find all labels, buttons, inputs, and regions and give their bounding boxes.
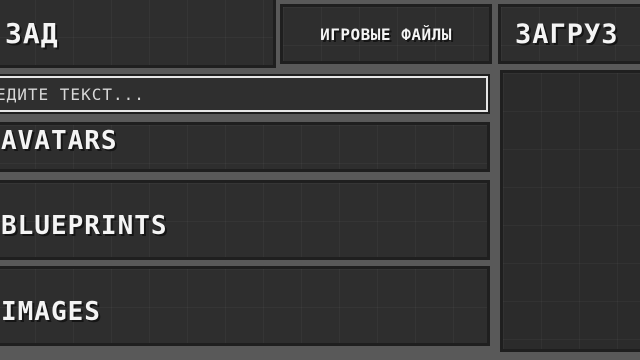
game-files-button-label: ИГРОВЫЕ ФАЙЛЫ — [320, 25, 452, 44]
download-button-label: ЗАГРУЗ — [515, 19, 619, 50]
game-files-button[interactable]: ИГРОВЫЕ ФАЙЛЫ — [280, 4, 492, 64]
list-item-images[interactable]: IMAGES — [0, 266, 490, 346]
list-item-label: IMAGES — [1, 297, 101, 327]
preview-panel — [500, 70, 640, 352]
list-item-label: BLUEPRINTS — [1, 211, 168, 241]
list-item-blueprints[interactable]: BLUEPRINTS — [0, 180, 490, 260]
search-field[interactable] — [0, 76, 488, 112]
list-item-avatars[interactable]: AVATARS — [0, 122, 490, 172]
list-item-label: AVATARS — [1, 126, 118, 156]
download-button[interactable]: ЗАГРУЗ — [498, 4, 640, 64]
back-button[interactable]: ЗАД — [0, 0, 276, 68]
back-button-label: ЗАД — [5, 17, 59, 50]
search-input[interactable] — [0, 78, 486, 110]
